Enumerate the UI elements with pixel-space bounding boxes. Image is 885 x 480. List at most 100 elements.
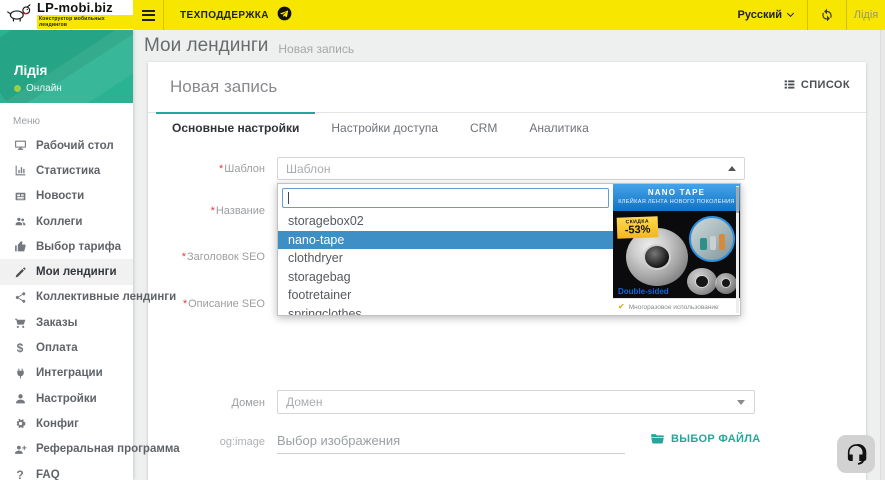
refresh-button[interactable] bbox=[808, 0, 846, 30]
name-label: Название bbox=[148, 205, 265, 217]
question-icon: ? bbox=[12, 467, 28, 480]
sidebar-item-label: Настройки bbox=[36, 393, 97, 405]
user-menu[interactable]: Лідія bbox=[847, 0, 885, 30]
person-plus-icon bbox=[12, 441, 28, 457]
usage-photo-inset bbox=[689, 216, 735, 262]
sidebar-item-label: Коллеги bbox=[36, 216, 82, 228]
list-button[interactable]: СПИСОК bbox=[783, 78, 850, 91]
page-scrollbar[interactable] bbox=[880, 30, 885, 480]
support-label: ТЕХПОДДЕРЖКА bbox=[180, 10, 269, 21]
sidebar-item-label: Заказы bbox=[36, 317, 77, 329]
tape-roll-smallest-hole bbox=[721, 278, 731, 288]
sidebar-item-my-landings[interactable]: Мои лендинги bbox=[0, 259, 133, 284]
sidebar-item-settings[interactable]: Настройки bbox=[0, 386, 133, 411]
option-footretainer[interactable]: footretainer bbox=[278, 286, 613, 305]
plug-icon bbox=[12, 365, 28, 381]
thumb-up-icon bbox=[12, 239, 28, 255]
sidebar-item-integrations[interactable]: Интеграции bbox=[0, 361, 133, 386]
refresh-icon bbox=[820, 8, 834, 22]
sidebar-item-tariff[interactable]: Выбор тарифа bbox=[0, 234, 133, 259]
preview-title: NANO TAPE bbox=[613, 188, 740, 197]
preview-feature-row: ✔ Многоразовое использование bbox=[613, 298, 740, 315]
dropdown-scrollbar-thumb[interactable] bbox=[736, 187, 739, 213]
tab-main-settings[interactable]: Основные настройки bbox=[156, 113, 315, 142]
bar-chart-icon bbox=[12, 163, 28, 179]
preview-subtitle: КЛЕЙКАЯ ЛЕНТА НОВОГО ПОКОЛЕНИЯ bbox=[613, 199, 740, 205]
telegram-icon bbox=[277, 6, 292, 24]
option-storagebox02[interactable]: storagebox02 bbox=[278, 212, 613, 231]
tape-roll-hole bbox=[643, 244, 671, 270]
dropdown-scrollbar[interactable] bbox=[736, 186, 739, 313]
logo[interactable]: LP-mobi.biz Конструктор мобильных лендин… bbox=[0, 0, 133, 30]
option-storagebag[interactable]: storagebag bbox=[278, 268, 613, 287]
sidebar-item-label: Выбор тарифа bbox=[36, 241, 121, 253]
person-icon bbox=[12, 391, 28, 407]
option-nano-tape[interactable]: nano-tape bbox=[278, 231, 613, 250]
support-button[interactable]: ТЕХПОДДЕРЖКА bbox=[164, 0, 308, 30]
seo-title-label: Заголовок SEO bbox=[148, 251, 265, 263]
domain-select[interactable]: Домен bbox=[277, 390, 755, 414]
cart-icon bbox=[12, 315, 28, 331]
sidebar-item-config[interactable]: Конфиг bbox=[0, 411, 133, 436]
pencil-icon bbox=[12, 264, 28, 280]
sidebar-item-news[interactable]: Новости bbox=[0, 184, 133, 209]
tape-roll-small-hole bbox=[695, 275, 709, 288]
preview-caption: Double-sided bbox=[618, 287, 669, 296]
choose-file-button[interactable]: ВЫБОР ФАЙЛА bbox=[650, 432, 761, 445]
tab-bar: Основные настройки Настройки доступа CRM… bbox=[148, 112, 866, 142]
template-select[interactable]: Шаблон bbox=[277, 157, 745, 180]
sidebar-item-label: Рабочий стол bbox=[36, 140, 114, 152]
sidebar-item-label: Оплата bbox=[36, 342, 78, 354]
profile-block: Лідія Онлайн bbox=[0, 30, 133, 103]
sidebar-item-referral[interactable]: Реферальная программа bbox=[0, 437, 133, 462]
sidebar-item-colleagues[interactable]: Коллеги bbox=[0, 209, 133, 234]
profile-status-label: Онлайн bbox=[26, 83, 62, 94]
content-card: Новая запись СПИСОК Основные настройки Н… bbox=[148, 62, 866, 480]
page-title: Мои лендинги bbox=[144, 35, 268, 57]
og-image-input[interactable] bbox=[277, 428, 625, 454]
sidebar-item-label: FAQ bbox=[36, 469, 60, 480]
sidebar-item-label: Конфиг bbox=[36, 418, 79, 430]
caret-down-icon bbox=[737, 400, 745, 405]
list-icon bbox=[783, 78, 796, 91]
option-springclothes[interactable]: springclothes bbox=[278, 305, 613, 316]
choose-file-label: ВЫБОР ФАЙЛА bbox=[671, 433, 761, 445]
template-options: storagebox02 nano-tape clothdryer storag… bbox=[278, 212, 613, 315]
sidebar-item-orders[interactable]: Заказы bbox=[0, 310, 133, 335]
menu-section-label: Меню bbox=[0, 103, 133, 133]
top-bar: LP-mobi.biz Конструктор мобильных лендин… bbox=[0, 0, 885, 30]
domain-label: Домен bbox=[148, 397, 265, 409]
template-search-input[interactable] bbox=[282, 188, 609, 208]
page-header: Мои лендинги Новая запись bbox=[133, 30, 885, 62]
preview-header: NANO TAPE КЛЕЙКАЯ ЛЕНТА НОВОГО ПОКОЛЕНИЯ bbox=[613, 184, 740, 211]
sidebar-item-payment[interactable]: $ Оплата bbox=[0, 335, 133, 360]
template-dropdown: storagebox02 nano-tape clothdryer storag… bbox=[277, 183, 741, 316]
caret-up-icon bbox=[728, 166, 736, 171]
folder-icon bbox=[650, 432, 665, 445]
username: Лідія bbox=[854, 9, 878, 21]
template-label: Шаблон bbox=[148, 163, 265, 175]
support-widget-button[interactable] bbox=[837, 435, 875, 473]
option-clothdryer[interactable]: clothdryer bbox=[278, 249, 613, 268]
logo-title: LP-mobi.biz bbox=[37, 1, 133, 14]
share-icon bbox=[12, 289, 28, 305]
tab-crm[interactable]: CRM bbox=[454, 113, 513, 142]
template-preview: NANO TAPE КЛЕЙКАЯ ЛЕНТА НОВОГО ПОКОЛЕНИЯ… bbox=[613, 184, 740, 315]
discount-value: -53% bbox=[617, 224, 658, 235]
tab-access-settings[interactable]: Настройки доступа bbox=[315, 113, 454, 142]
sidebar-item-statistics[interactable]: Статистика bbox=[0, 158, 133, 183]
sidebar-item-label: Реферальная программа bbox=[36, 443, 180, 455]
sidebar-item-dashboard[interactable]: Рабочий стол bbox=[0, 133, 133, 158]
preview-feature-label: Многоразовое использование bbox=[629, 304, 719, 311]
tab-analytics[interactable]: Аналитика bbox=[513, 113, 604, 142]
domain-select-placeholder: Домен bbox=[286, 395, 323, 409]
sidebar-item-label: Статистика bbox=[36, 165, 100, 177]
sidebar-item-label: Коллективные лендинги bbox=[36, 291, 176, 303]
gear-icon bbox=[12, 416, 28, 432]
sidebar-item-collective-landings[interactable]: Коллективные лендинги bbox=[0, 285, 133, 310]
users-icon bbox=[12, 214, 28, 230]
language-selector[interactable]: Русский bbox=[724, 0, 807, 30]
sidebar-item-faq[interactable]: ? FAQ bbox=[0, 462, 133, 480]
online-dot-icon bbox=[14, 85, 21, 92]
hamburger-menu-icon[interactable] bbox=[133, 0, 163, 30]
